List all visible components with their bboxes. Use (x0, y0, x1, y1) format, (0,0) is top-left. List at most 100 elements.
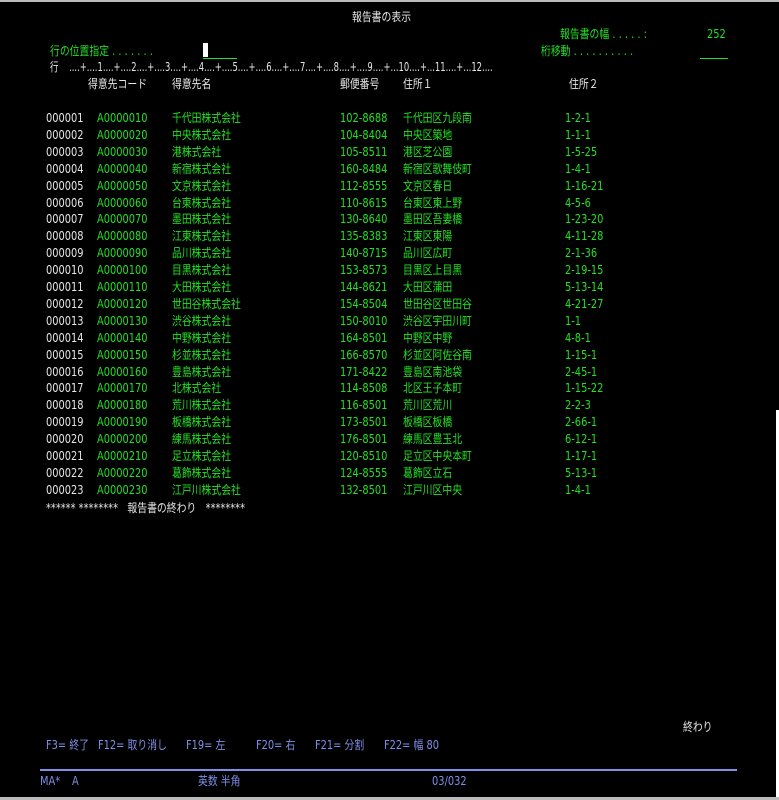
cursor-position: 03/032 (432, 774, 467, 788)
row-number: 000012 (46, 296, 84, 311)
postal-code: 173-8501 (340, 415, 388, 430)
postal-code: 110-8615 (340, 195, 388, 210)
customer-code: A0000030 (97, 144, 148, 159)
customer-code: A0000090 (97, 246, 148, 261)
customer-name: 江戸川株式会社 (172, 482, 241, 497)
address-2: 1-4-1 (565, 482, 591, 497)
row-number: 000006 (46, 195, 84, 210)
row-number: 000005 (46, 178, 84, 193)
address-1: 豊島区南池袋 (403, 364, 463, 379)
shift-input[interactable] (700, 58, 728, 59)
customer-name: 中野株式会社 (172, 330, 232, 345)
postal-code: 166-8570 (340, 347, 388, 362)
customer-name: 世田谷株式会社 (172, 296, 241, 311)
address-2: 6-12-1 (565, 432, 598, 447)
customer-name: 荒川株式会社 (172, 398, 232, 413)
postal-code: 140-8715 (340, 246, 388, 261)
row-number: 000010 (46, 263, 84, 278)
fkey-f12[interactable]: F12= 取り消し (98, 738, 167, 752)
address-1: 北区王子本町 (403, 381, 463, 396)
customer-code: A0000070 (97, 212, 148, 227)
fkey-f20[interactable]: F20= 右 (256, 738, 295, 752)
header-zip: 郵便番号 (340, 77, 380, 91)
address-2: 1-1-1 (565, 127, 591, 142)
postal-code: 102-8688 (340, 111, 388, 125)
customer-code: A0000020 (97, 127, 148, 142)
address-1: 葛飾区立石 (403, 465, 453, 480)
customer-name: 文京株式会社 (172, 178, 232, 193)
row-number: 000003 (46, 144, 84, 159)
postal-code: 135-8383 (340, 229, 388, 244)
address-2: 1-23-20 (565, 212, 604, 227)
position-input[interactable] (203, 58, 237, 59)
customer-name: 豊島株式会社 (172, 364, 232, 379)
postal-code: 124-8555 (340, 465, 388, 480)
fkey-f21[interactable]: F21= 分割 (315, 738, 364, 752)
address-2: 4-8-1 (565, 330, 591, 345)
postal-code: 132-8501 (340, 482, 388, 497)
address-1: 杉並区阿佐谷南 (403, 347, 472, 362)
customer-name: 品川株式会社 (172, 246, 232, 261)
report-width-value: 252 (707, 27, 726, 41)
shift-label: 桁移動 . . . . . . . . . . (541, 44, 634, 58)
row-number: 000002 (46, 127, 84, 142)
header-name: 得意先名 (172, 77, 212, 91)
customer-name: 新宿株式会社 (172, 161, 232, 176)
customer-name: 渋谷株式会社 (172, 313, 232, 328)
address-2: 4-21-27 (565, 296, 604, 311)
customer-name: 台東株式会社 (172, 195, 232, 210)
row-number: 000007 (46, 212, 84, 227)
address-1: 渋谷区宇田川町 (403, 313, 472, 328)
customer-code: A0000080 (97, 229, 148, 244)
text-cursor (203, 43, 208, 57)
row-number: 000021 (46, 449, 84, 463)
row-number: 000004 (46, 161, 84, 176)
customer-name: 足立株式会社 (172, 449, 232, 463)
address-1: 中央区築地 (403, 127, 453, 142)
postal-code: 130-8640 (340, 212, 388, 227)
row-number: 000014 (46, 330, 84, 345)
row-number: 000001 (46, 111, 84, 125)
address-2: 4-5-6 (565, 195, 591, 210)
row-number: 000020 (46, 432, 84, 447)
header-addr2: 住所２ (569, 77, 599, 91)
fkey-f3[interactable]: F3= 終了 (46, 738, 89, 752)
postal-code: 105-8511 (340, 144, 388, 159)
address-1: 板橋区板橋 (403, 415, 453, 430)
customer-code: A0000040 (97, 161, 148, 176)
customer-code: A0000120 (97, 296, 148, 311)
row-number: 000008 (46, 229, 84, 244)
address-2: 1-1 (565, 313, 582, 328)
customer-name: 墨田株式会社 (172, 212, 232, 227)
customer-code: A0000200 (97, 432, 148, 447)
fkey-f22[interactable]: F22= 幅 80 (384, 738, 439, 752)
postal-code: 164-8501 (340, 330, 388, 345)
postal-code: 154-8504 (340, 296, 388, 311)
customer-name: 葛飾株式会社 (172, 465, 232, 480)
session-indicator: MA* (40, 774, 61, 788)
session-mode: A (72, 774, 79, 788)
window-top-border (0, 0, 779, 2)
customer-name: 港株式会社 (172, 144, 222, 159)
address-1: 江戸川区中央 (403, 482, 463, 497)
address-1: 千代田区九段南 (403, 111, 472, 125)
customer-name: 千代田株式会社 (172, 111, 241, 125)
row-number: 000013 (46, 313, 84, 328)
address-1: 江東区東陽 (403, 229, 453, 244)
customer-code: A0000210 (97, 449, 148, 463)
row-number: 000023 (46, 482, 84, 497)
screen-title: 報告書の表示 (352, 10, 412, 24)
header-addr1: 住所１ (403, 77, 433, 91)
postal-code: 104-8404 (340, 127, 388, 142)
postal-code: 153-8573 (340, 263, 388, 278)
customer-name: 杉並株式会社 (172, 347, 232, 362)
row-number: 000011 (46, 280, 84, 294)
address-2: 4-11-28 (565, 229, 604, 244)
customer-name: 中央株式会社 (172, 127, 232, 142)
address-2: 2-1-36 (565, 246, 598, 261)
address-1: 大田区蒲田 (403, 280, 453, 294)
postal-code: 114-8508 (340, 381, 388, 396)
fkey-f19[interactable]: F19= 左 (186, 738, 225, 752)
input-mode: 英数 半角 (198, 774, 241, 788)
address-2: 2-45-1 (565, 364, 598, 379)
